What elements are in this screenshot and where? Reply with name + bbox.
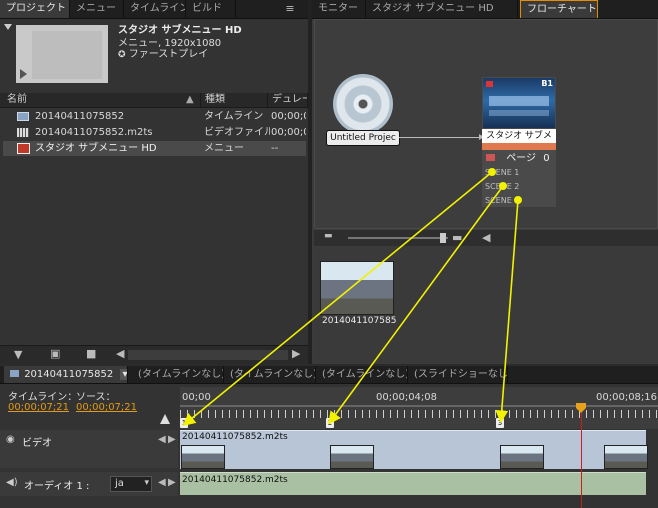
arrow-scene-2 <box>328 185 504 425</box>
arrow-scene-3 <box>495 199 519 424</box>
annotation-arrows <box>182 168 522 427</box>
arrow-dot <box>499 182 507 190</box>
arrow-dot <box>488 168 496 176</box>
arrow-dot <box>514 196 522 204</box>
arrow-scene-1 <box>182 171 493 427</box>
